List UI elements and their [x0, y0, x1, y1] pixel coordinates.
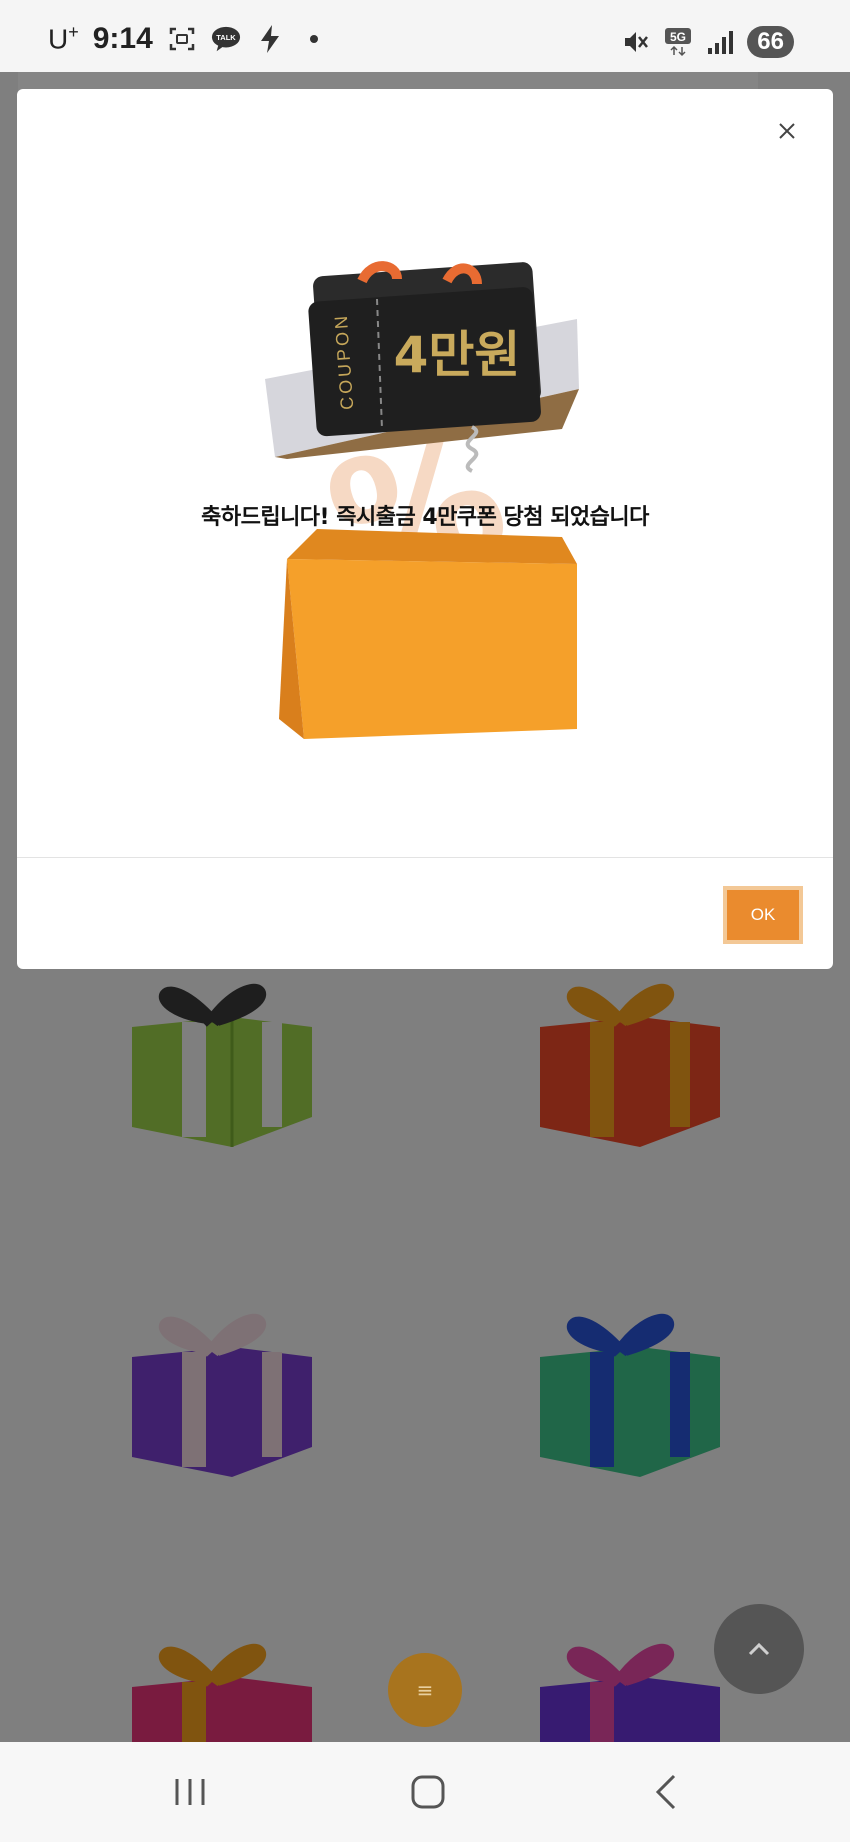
mute-icon — [621, 27, 651, 57]
congratulations-message: 축하드립니다! 즉시출금 4만쿠폰 당첨 되었습니다 — [201, 505, 649, 530]
menu-fab-button[interactable]: ≡ — [388, 1653, 462, 1727]
network-5g-icon: 5G — [663, 27, 693, 57]
system-nav-bar — [0, 1742, 850, 1842]
ok-button[interactable]: OK — [723, 886, 803, 944]
scroll-top-button[interactable] — [714, 1604, 804, 1694]
back-button[interactable] — [636, 1770, 696, 1814]
notification-dot-icon — [299, 24, 329, 54]
svg-text:TALK: TALK — [216, 33, 236, 42]
recent-apps-button[interactable] — [160, 1770, 220, 1814]
battery-indicator: 66 — [747, 26, 794, 58]
svg-text:4만원: 4만원 — [394, 326, 521, 384]
coupon-gift-illustration: % COUPON 4만원 — [265, 261, 579, 739]
chevron-up-icon — [748, 1642, 770, 1656]
clock: 9:14 — [92, 22, 153, 55]
carrier-label: U+ — [48, 22, 79, 55]
kakaotalk-icon: TALK — [211, 24, 241, 54]
signal-icon — [705, 27, 735, 57]
menu-icon: ≡ — [416, 1678, 434, 1702]
status-bar: U+ 9:14 TALK 5G 66 — [0, 0, 850, 72]
modal-body: % COUPON 4만원 축하드립니다! 즉시출금 4만쿠폰 당첨 되었습니다 — [17, 89, 833, 857]
home-button[interactable] — [398, 1770, 458, 1814]
screenshot-icon — [167, 24, 197, 54]
home-icon — [411, 1775, 445, 1809]
modal-footer: OK — [17, 857, 833, 969]
svg-text:5G: 5G — [670, 30, 686, 44]
back-icon — [655, 1774, 676, 1810]
charging-bolt-icon — [255, 24, 285, 54]
recent-apps-icon — [175, 1779, 205, 1805]
coupon-modal: % COUPON 4만원 축하드립니다! 즉시출금 4만쿠폰 당첨 되었습니다 … — [17, 89, 833, 969]
